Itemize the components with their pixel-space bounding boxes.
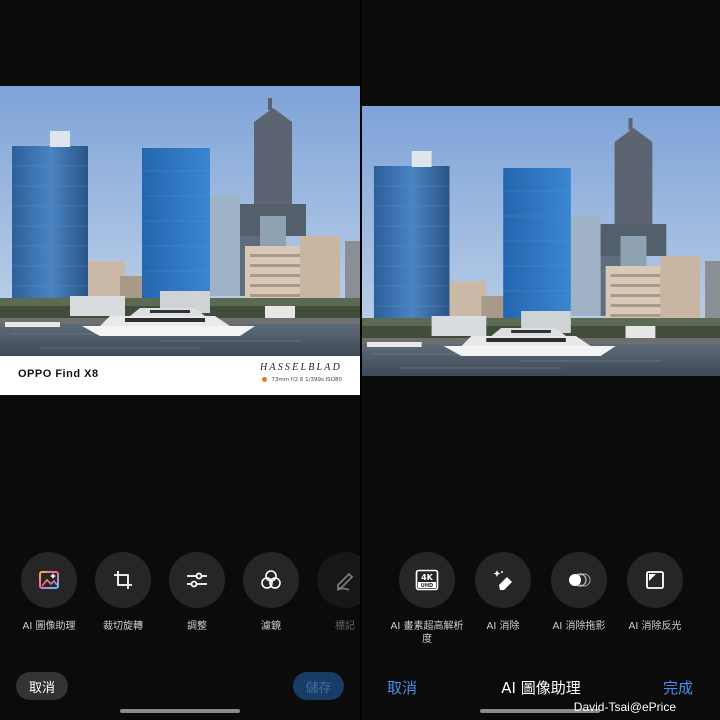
done-button[interactable]: 完成	[663, 677, 693, 698]
tool-label: AI 圖像助理	[22, 621, 76, 632]
svg-text:4K: 4K	[421, 573, 434, 582]
harbor-photo	[362, 106, 720, 376]
tool-label: 裁切旋轉	[103, 621, 143, 632]
cancel-button[interactable]: 取消	[16, 672, 68, 700]
motion-blur-icon	[569, 573, 591, 587]
exif-params: 73mm f/2.6 1/399s ISO80	[262, 377, 342, 383]
tool-crop-rotate[interactable]: 裁切旋轉	[86, 552, 160, 633]
filter-circles-icon	[261, 570, 281, 589]
tool-ai-remove-motion-blur[interactable]: AI 消除拖影	[542, 552, 616, 633]
photo-with-watermark: OPPO Find X8 HASSELBLAD 73mm f/2.6 1/399…	[0, 86, 360, 395]
photo-credit: David-Tsai@ePrice	[573, 700, 676, 714]
tool-label: 標記	[335, 621, 355, 632]
markup-pen-icon	[336, 572, 354, 591]
tool-label: AI 消除	[486, 621, 520, 632]
orange-dot-icon	[262, 377, 268, 382]
right-ai-assistant-panel: 4K UHD AI 畫素超高解析度 AI 消除 AI 消除拖影 AI 消除反光 …	[362, 0, 720, 720]
hasselblad-watermark-bar: OPPO Find X8 HASSELBLAD 73mm f/2.6 1/399…	[0, 356, 360, 395]
tool-ai-super-resolution[interactable]: 4K UHD AI 畫素超高解析度	[390, 552, 464, 646]
tool-filters[interactable]: 濾鏡	[234, 552, 308, 633]
tool-ai-image-assistant[interactable]: AI 圖像助理	[12, 552, 86, 633]
svg-text:UHD: UHD	[421, 583, 433, 589]
tool-label: AI 畫素超高解析度	[390, 621, 464, 645]
left-editor-panel: OPPO Find X8 HASSELBLAD 73mm f/2.6 1/399…	[0, 0, 360, 720]
sliders-icon	[187, 572, 207, 588]
tool-label: AI 消除反光	[628, 621, 682, 632]
tool-label: 濾鏡	[261, 621, 281, 632]
crop-rotate-icon	[114, 571, 132, 589]
reflection-icon	[646, 571, 664, 589]
ai-image-assistant-icon	[39, 571, 59, 589]
harbor-photo	[0, 86, 360, 356]
tool-markup[interactable]: 標記	[308, 552, 360, 633]
tool-ai-remove-reflection[interactable]: AI 消除反光	[618, 552, 692, 633]
tool-ai-eraser[interactable]: AI 消除	[466, 552, 540, 633]
save-button[interactable]: 儲存	[293, 672, 344, 700]
eraser-sparkle-icon	[493, 570, 512, 590]
camera-model-label: OPPO Find X8	[18, 368, 99, 380]
tool-adjust[interactable]: 調整	[160, 552, 234, 633]
tool-label: 調整	[187, 621, 207, 632]
tool-label: AI 消除拖影	[552, 621, 606, 632]
hasselblad-logo: HASSELBLAD	[260, 362, 342, 373]
4k-uhd-icon: 4K UHD	[415, 569, 439, 591]
home-indicator[interactable]	[120, 709, 240, 713]
